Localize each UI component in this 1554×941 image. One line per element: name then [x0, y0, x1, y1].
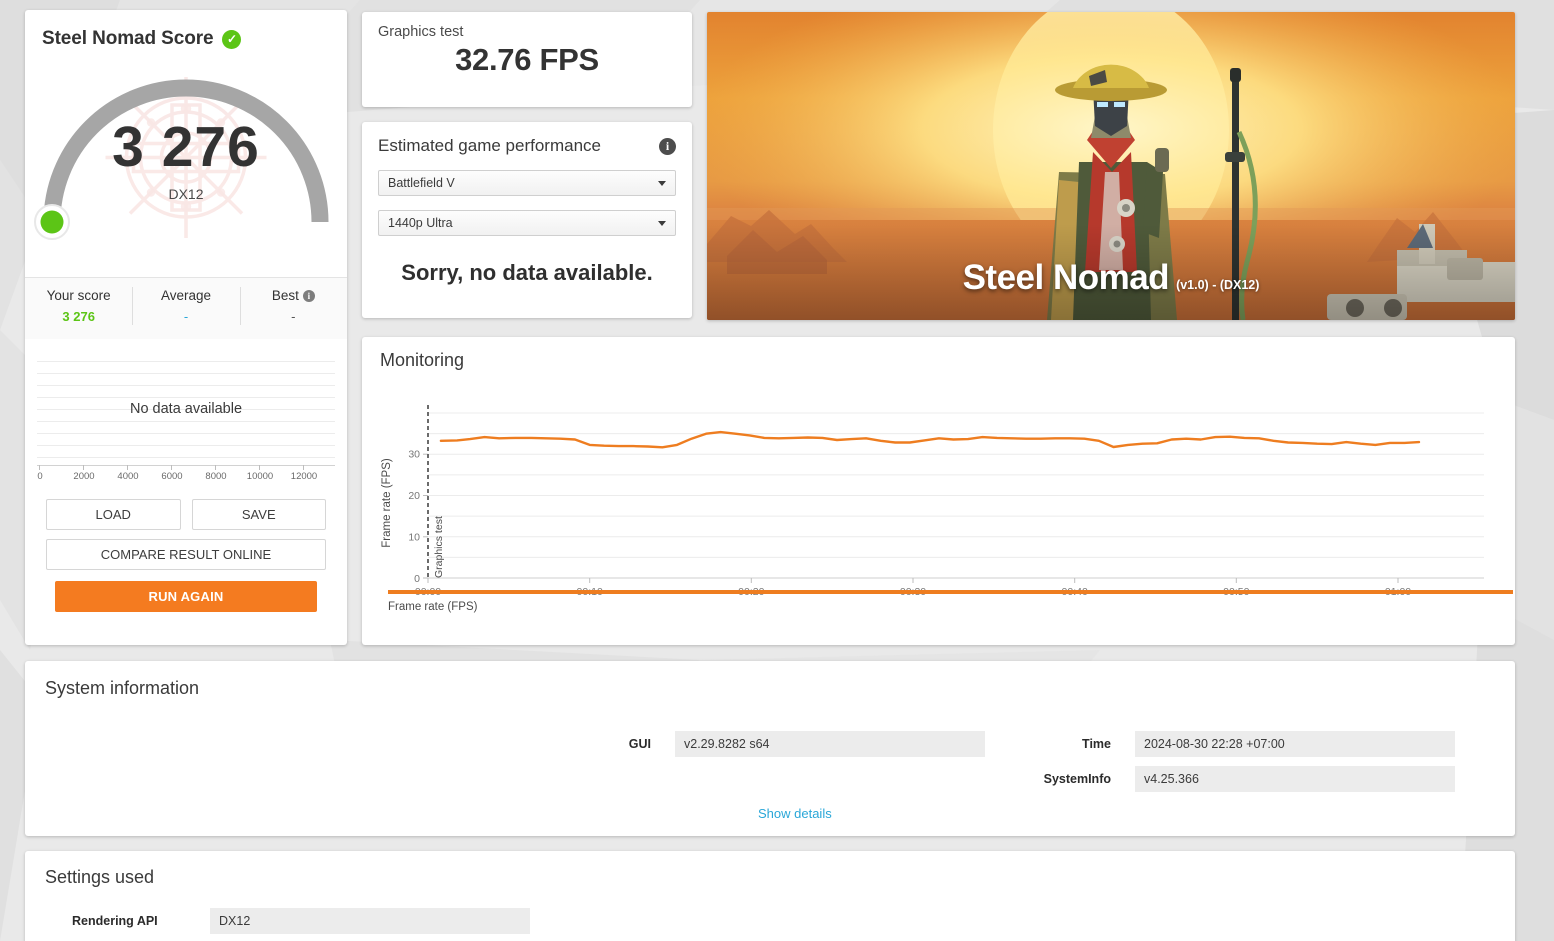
settings-used-title: Settings used [45, 867, 155, 887]
check-circle-icon: ✓ [222, 29, 242, 49]
score-distribution-chart: No data available [37, 357, 335, 462]
load-button[interactable]: LOAD [46, 499, 181, 530]
monitoring-legend-bar [388, 590, 1513, 594]
your-score-cell: Your score 3 276 [25, 278, 132, 339]
svg-text:20: 20 [408, 490, 420, 502]
score-value: 3 276 [112, 115, 260, 179]
chevron-down-icon [658, 221, 666, 226]
save-button[interactable]: SAVE [191, 499, 326, 530]
score-card: Steel Nomad Score ✓ 3 276 DX12 Your scor… [25, 10, 347, 645]
mini-tick-12000: 12000 [290, 471, 318, 482]
monitoring-card: Monitoring Frame rate (FPS) 0 10 20 30 G… [362, 337, 1515, 645]
setting-key-rendering-api: Rendering API [72, 914, 158, 928]
mini-chart-axis: 0 2000 4000 6000 8000 10000 12000 [37, 465, 335, 487]
settings-used-card: Settings used Rendering API DX12 [25, 851, 1515, 941]
estimated-game-performance-message: Sorry, no data available. [401, 260, 653, 285]
best-score-cell: Best i - [239, 278, 347, 339]
system-information-grid: GUI v2.29.8282 s64 Time 2024-08-30 22:28… [540, 731, 1495, 792]
monitoring-legend-label: Frame rate (FPS) [388, 601, 478, 613]
average-value: - [183, 309, 189, 324]
best-value: - [291, 309, 296, 324]
preset-select[interactable]: 1440p Ultra [378, 210, 676, 236]
run-again-button[interactable]: RUN AGAIN [55, 581, 317, 612]
score-comparison-row: Your score 3 276 Average - Best i - [25, 277, 347, 339]
svg-text:10: 10 [408, 532, 420, 544]
score-card-actions: LOAD SAVE COMPARE RESULT ONLINE RUN AGAI… [25, 487, 347, 612]
your-score-value: 3 276 [62, 309, 95, 324]
setting-value-rendering-api: DX12 [210, 908, 530, 934]
chevron-down-icon [658, 181, 666, 186]
hero-caption: Steel Nomad (v1.0) - (DX12) [707, 258, 1515, 298]
info-icon[interactable]: i [302, 290, 315, 302]
average-score-cell: Average - [132, 278, 239, 339]
system-information-card: System information GUI v2.29.8282 s64 Ti… [25, 661, 1515, 836]
mini-tick-2000: 2000 [73, 471, 95, 482]
mini-chart-empty-message: No data available [129, 401, 243, 417]
sysinfo-value-blank [675, 766, 985, 792]
graphics-test-card: Graphics test 32.76 FPS [362, 12, 692, 107]
sysinfo-value-time: 2024-08-30 22:28 +07:00 [1135, 731, 1455, 757]
svg-text:30: 30 [408, 449, 420, 461]
sysinfo-key-systeminfo: SystemInfo [1043, 772, 1111, 786]
sysinfo-value-systeminfo: v4.25.366 [1135, 766, 1455, 792]
score-gauge: 3 276 DX12 [25, 56, 347, 256]
graphics-test-label: Graphics test [378, 24, 464, 40]
estimated-game-performance-header: Estimated game performance i [378, 136, 676, 156]
monitoring-title: Monitoring [380, 350, 465, 370]
page-title: Steel Nomad Score [42, 28, 214, 49]
svg-text:Graphics test: Graphics test [433, 516, 445, 578]
hero-subtitle: (v1.0) - (DX12) [1176, 278, 1260, 292]
monitoring-chart: Frame rate (FPS) 0 10 20 30 Graphics tes… [376, 383, 1513, 618]
mini-tick-8000: 8000 [205, 471, 227, 482]
best-label-text: Best [271, 288, 299, 303]
benchmark-hero-banner[interactable]: Steel Nomad (v1.0) - (DX12) [707, 12, 1515, 320]
mini-tick-4000: 4000 [117, 471, 139, 482]
game-select-value: Battlefield V [388, 176, 455, 190]
system-information-title: System information [45, 678, 200, 698]
score-card-header: Steel Nomad Score ✓ [25, 10, 347, 50]
svg-text:Frame rate (FPS): Frame rate (FPS) [381, 458, 393, 548]
estimated-game-performance-card: Estimated game performance i Battlefield… [362, 122, 692, 318]
game-select[interactable]: Battlefield V [378, 170, 676, 196]
hero-title: Steel Nomad [962, 258, 1170, 297]
settings-used-grid: Rendering API DX12 [45, 908, 1495, 934]
preset-select-value: 1440p Ultra [388, 216, 453, 230]
info-icon[interactable]: i [659, 137, 676, 155]
compare-result-online-button[interactable]: COMPARE RESULT ONLINE [46, 539, 326, 570]
svg-text:0: 0 [414, 573, 420, 585]
monitoring-chart-svg: Frame rate (FPS) 0 10 20 30 Graphics tes… [381, 405, 1484, 598]
average-label: Average [160, 288, 212, 303]
mini-tick-10000: 10000 [246, 471, 274, 482]
score-api-label: DX12 [168, 186, 204, 202]
graphics-test-value: 32.76 FPS [455, 42, 599, 77]
sysinfo-key-time: Time [1082, 737, 1111, 751]
your-score-label: Your score [46, 288, 111, 303]
best-label: Best i [240, 288, 347, 303]
mini-tick-6000: 6000 [161, 471, 183, 482]
sysinfo-value-gui: v2.29.8282 s64 [675, 731, 985, 757]
mini-tick-0: 0 [37, 471, 43, 482]
estimated-game-performance-title: Estimated game performance [378, 136, 601, 155]
show-details-link[interactable]: Show details [758, 806, 1495, 821]
sysinfo-key-gui: GUI [628, 737, 651, 751]
